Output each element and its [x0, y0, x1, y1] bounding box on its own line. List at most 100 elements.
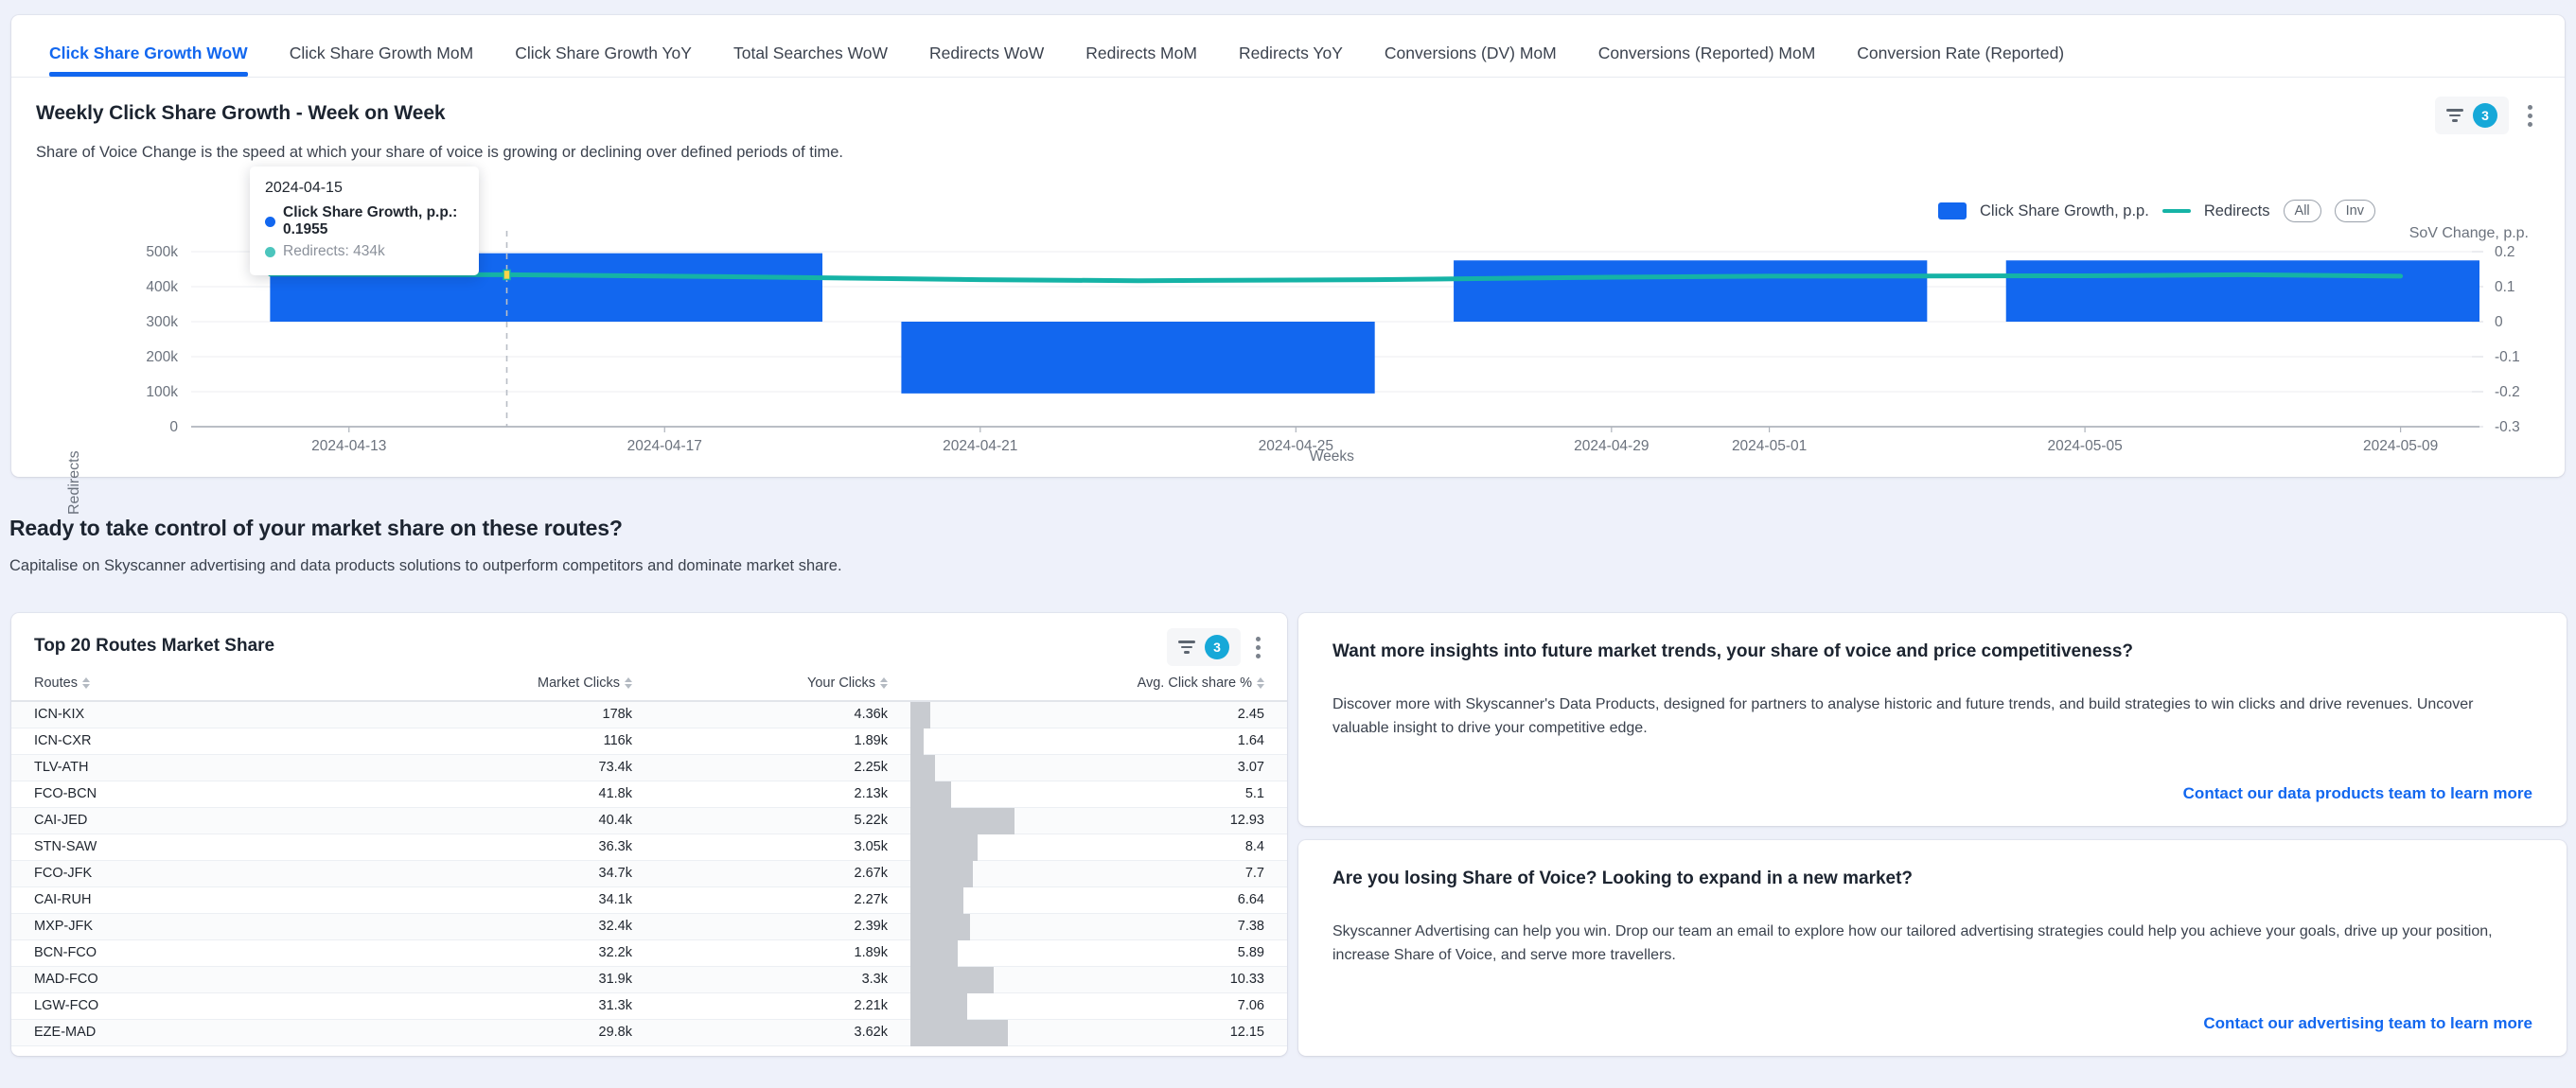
cell-your-clicks: 3.05k [655, 834, 910, 861]
legend-all-button[interactable]: All [2283, 200, 2321, 222]
svg-text:-0.3: -0.3 [2495, 419, 2520, 435]
column-header-avg-click-share[interactable]: Avg. Click share % [910, 672, 1287, 702]
cell-avg-click-share: 8.4 [910, 834, 1287, 861]
cell-market-clicks: 32.4k [324, 913, 655, 940]
cell-your-clicks: 3.62k [655, 1019, 910, 1046]
table-row[interactable]: ICN-CXR 116k 1.89k 1.64 [11, 728, 1287, 755]
tooltip-primary-label: Click Share Growth, p.p.: 0.1955 [283, 204, 458, 237]
svg-text:500k: 500k [146, 244, 178, 260]
cta-section: Ready to take control of your market sha… [9, 516, 1524, 575]
table-row[interactable]: TLV-ATH 73.4k 2.25k 3.07 [11, 754, 1287, 781]
tab-total-searches-wow[interactable]: Total Searches WoW [713, 44, 909, 78]
share-bar [910, 913, 970, 940]
column-label: Avg. Click share % [1137, 676, 1252, 691]
cell-route: CAI-JED [11, 807, 324, 834]
cell-market-clicks: 34.7k [324, 860, 655, 887]
legend-bar-label: Click Share Growth, p.p. [1980, 202, 2149, 219]
cell-avg-click-share: 7.06 [910, 992, 1287, 1020]
cell-market-clicks: 34.1k [324, 886, 655, 914]
data-products-contact-link[interactable]: Contact our data products team to learn … [2183, 784, 2532, 803]
share-bar [910, 834, 979, 861]
tooltip-secondary-label: Redirects: 434k [283, 243, 385, 259]
share-bar [910, 886, 964, 914]
advertising-contact-link[interactable]: Contact our advertising team to learn mo… [2203, 1014, 2532, 1033]
column-header-routes[interactable]: Routes [11, 672, 324, 702]
tab-conversions-dv-mom[interactable]: Conversions (DV) MoM [1364, 44, 1578, 78]
tab-label: Conversions (Reported) MoM [1597, 43, 1816, 62]
cell-route: ICN-CXR [11, 728, 324, 755]
filter-icon [1178, 641, 1195, 654]
legend-line-swatch [2161, 209, 2191, 213]
filter-count-badge: 3 [2473, 103, 2497, 128]
column-header-market-clicks[interactable]: Market Clicks [324, 672, 655, 702]
routes-table: Routes Market Clicks Your Clicks Avg. Cl… [11, 672, 1287, 1046]
tab-conversions-reported-mom[interactable]: Conversions (Reported) MoM [1578, 43, 1837, 78]
table-row[interactable]: LGW-FCO 31.3k 2.21k 7.06 [11, 992, 1287, 1020]
table-row[interactable]: MXP-JFK 32.4k 2.39k 7.38 [11, 913, 1287, 940]
info-card-body: Skyscanner Advertising can help you win.… [1332, 923, 2493, 963]
cell-market-clicks: 41.8k [324, 781, 655, 808]
svg-text:0: 0 [2495, 314, 2503, 330]
tooltip-secondary-dot [265, 246, 275, 257]
tab-click-share-growth-yoy[interactable]: Click Share Growth YoY [494, 44, 713, 78]
table-row[interactable]: CAI-JED 40.4k 5.22k 12.93 [11, 807, 1287, 834]
chart-subtitle: Share of Voice Change is the speed at wh… [36, 144, 843, 161]
cell-your-clicks: 2.21k [655, 992, 910, 1020]
chart-bar-2 [1454, 260, 1928, 322]
tab-click-share-growth-wow[interactable]: Click Share Growth WoW [47, 43, 269, 78]
tab-label: Click Share Growth WoW [49, 43, 248, 62]
table-row[interactable]: EZE-MAD 29.8k 3.62k 12.15 [11, 1019, 1287, 1046]
tab-redirects-yoy[interactable]: Redirects YoY [1218, 44, 1364, 78]
cell-your-clicks: 2.13k [655, 781, 910, 808]
tab-click-share-growth-mom[interactable]: Click Share Growth MoM [269, 44, 495, 78]
share-bar [910, 728, 924, 755]
cell-your-clicks: 2.39k [655, 913, 910, 940]
table-header: Top 20 Routes Market Share 3 [11, 613, 1287, 672]
chart-tooltip: 2024-04-15 Click Share Growth, p.p.: 0.1… [250, 167, 479, 275]
tab-redirects-mom[interactable]: Redirects MoM [1065, 44, 1218, 78]
tab-conversion-rate-reported[interactable]: Conversion Rate (Reported) [1836, 43, 2085, 78]
share-bar [910, 860, 973, 887]
tooltip-primary-row: Click Share Growth, p.p.: 0.1955 [265, 204, 464, 238]
cell-route: CAI-RUH [11, 886, 324, 914]
tab-redirects-wow[interactable]: Redirects WoW [909, 43, 1065, 78]
table-filter-button[interactable]: 3 [1167, 628, 1241, 666]
table-row[interactable]: BCN-FCO 32.2k 1.89k 5.89 [11, 939, 1287, 967]
cell-avg-click-share: 12.93 [910, 807, 1287, 834]
svg-text:2024-04-21: 2024-04-21 [943, 438, 1017, 454]
column-header-your-clicks[interactable]: Your Clicks [655, 672, 910, 702]
svg-text:100k: 100k [146, 384, 178, 400]
tab-label: Redirects WoW [929, 43, 1045, 62]
svg-text:-0.2: -0.2 [2495, 384, 2520, 400]
cell-avg-click-share: 5.1 [910, 781, 1287, 808]
cell-route: EZE-MAD [11, 1019, 324, 1046]
table-row[interactable]: STN-SAW 36.3k 3.05k 8.4 [11, 834, 1287, 861]
tab-label: Conversion Rate (Reported) [1857, 43, 2065, 62]
table-row[interactable]: CAI-RUH 34.1k 2.27k 6.64 [11, 886, 1287, 914]
cell-avg-click-share: 2.45 [910, 701, 1287, 728]
legend-inv-button[interactable]: Inv [2334, 200, 2375, 222]
table-more-options-icon[interactable] [1248, 631, 1268, 664]
svg-text:2024-05-01: 2024-05-01 [1732, 438, 1807, 454]
table-row[interactable]: FCO-BCN 41.8k 2.13k 5.1 [11, 781, 1287, 808]
svg-text:0.1: 0.1 [2495, 279, 2515, 295]
cell-route: FCO-JFK [11, 860, 324, 887]
share-bar [910, 702, 930, 728]
chart-bar-3 [2005, 260, 2479, 322]
table-row[interactable]: ICN-KIX 178k 4.36k 2.45 [11, 701, 1287, 728]
chart-header: Weekly Click Share Growth - Week on Week… [11, 78, 2565, 162]
share-bar [910, 1019, 1009, 1046]
chart-filter-button[interactable]: 3 [2435, 97, 2509, 134]
sort-icon [81, 677, 90, 689]
chart-more-options-icon[interactable] [2520, 99, 2540, 132]
table-row[interactable]: FCO-JFK 34.7k 2.67k 7.7 [11, 860, 1287, 887]
svg-text:200k: 200k [146, 349, 178, 365]
sort-icon [625, 677, 632, 689]
table-row[interactable]: MAD-FCO 31.9k 3.3k 10.33 [11, 966, 1287, 993]
svg-text:0: 0 [169, 419, 178, 435]
cell-avg-click-share: 6.64 [910, 886, 1287, 914]
cell-your-clicks: 2.67k [655, 860, 910, 887]
cell-avg-click-share: 12.15 [910, 1019, 1287, 1046]
cell-your-clicks: 2.25k [655, 754, 910, 781]
cell-avg-click-share: 7.7 [910, 860, 1287, 887]
